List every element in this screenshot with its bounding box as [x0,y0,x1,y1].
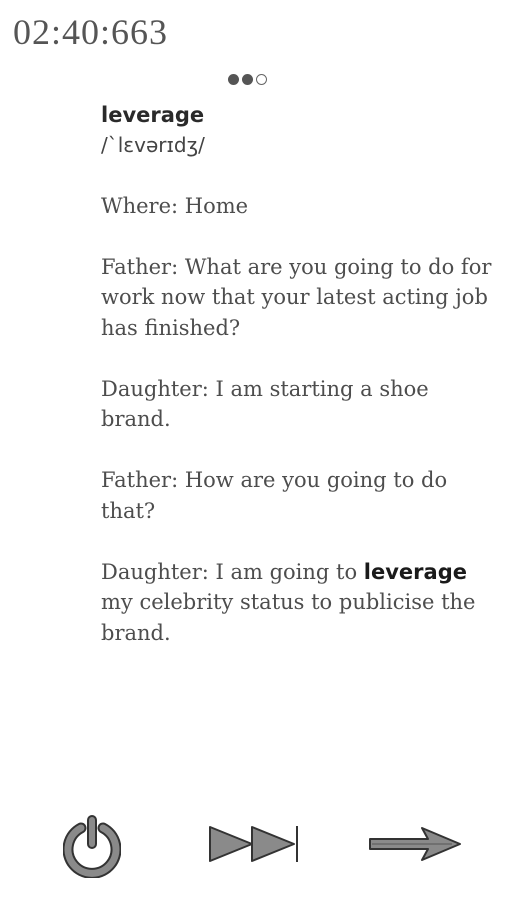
skip-forward-icon[interactable] [208,824,300,864]
vocab-word: leverage [101,103,205,127]
location-line: Where: Home [101,193,249,218]
page-dot-2 [242,74,253,85]
dialogue-text-before: Daughter: I am going to [101,559,364,584]
dialogue-line-1: Father: What are you going to do for wor… [101,254,492,340]
control-bar [0,810,507,880]
page-dot-1 [228,74,239,85]
page-indicator [228,74,267,85]
power-icon[interactable] [63,814,121,878]
card-content: leverage /ˋlɛvərɪdʒ/ Where: Home Father:… [101,100,501,679]
dialogue-line-2: Daughter: I am starting a shoe brand. [101,376,429,432]
dialogue-line-4: Daughter: I am going to leverage my cele… [101,557,501,649]
timer-display: 02:40:663 [13,12,169,52]
highlighted-word: leverage [363,559,467,584]
dialogue-line-3: Father: How are you going to do that? [101,468,448,523]
page-dot-3 [256,74,267,85]
phonetic-transcription: /ˋlɛvərɪdʒ/ [101,133,205,157]
dialogue-text-after: my celebrity status to publicise the bra… [101,590,476,645]
arrow-right-icon[interactable] [368,826,462,862]
